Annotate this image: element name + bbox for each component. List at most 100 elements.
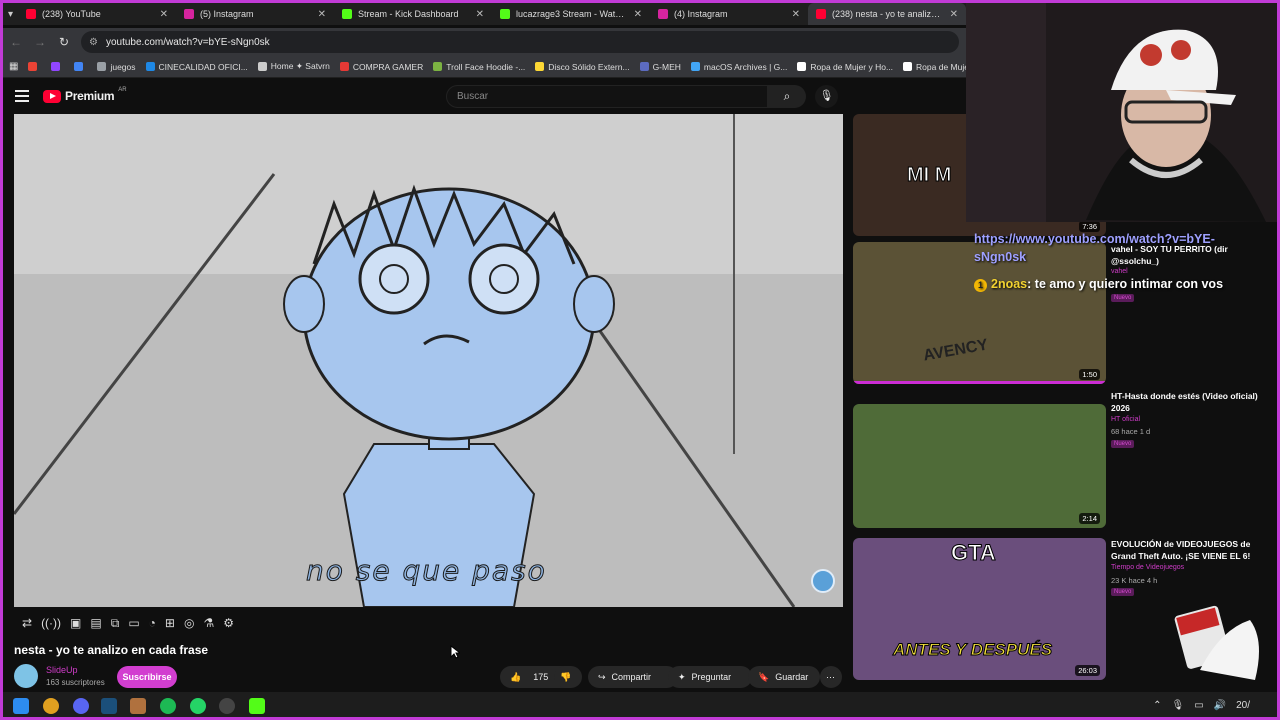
discord-icon[interactable] (73, 698, 89, 714)
bookmark-item[interactable]: Ropa de Mujer y H (903, 61, 966, 72)
thumbnail-text: MI M (906, 164, 952, 187)
mic-icon[interactable]: 🎙 (1171, 700, 1184, 711)
reload-icon[interactable]: ↻ (57, 35, 71, 49)
player-extension-toolbar: ⇄ ((·)) ▣ ▤ ⧉ ▭ ◔ ⊞ ◎ ⚗ ⚙ (14, 612, 282, 634)
game-icon[interactable] (130, 698, 146, 714)
new-badge: Nuevo (1111, 294, 1135, 302)
favicon-icon (184, 9, 194, 19)
bookmark-item[interactable]: Disco Sólido Extern... (535, 61, 630, 72)
chrome-icon[interactable] (43, 698, 59, 714)
recommendation-channel[interactable]: Tiempo de Videojuegos (1111, 564, 1184, 571)
close-icon[interactable]: ✕ (476, 9, 484, 20)
loop-icon[interactable]: ⇄ (22, 616, 32, 630)
back-icon[interactable]: ← (9, 35, 23, 49)
bookmark-favicon-icon (339, 62, 349, 71)
youtube-logo[interactable]: Premium AR (43, 87, 127, 103)
search-input[interactable]: Buscar (446, 85, 768, 108)
favicon-icon (658, 9, 668, 19)
new-badge: Nuevo (1111, 440, 1135, 448)
preview-icon[interactable]: ▣ (70, 616, 81, 630)
chat-text: : te amo y quiero intimar con vos (1027, 277, 1224, 291)
channel-watermark-icon[interactable] (811, 569, 835, 593)
share-button[interactable]: ↪ Compartir (588, 666, 678, 688)
tab-3[interactable]: lucazrage3 Stream - Watch Live ✕ (492, 3, 650, 25)
ask-button[interactable]: ✦ Preguntar (668, 666, 752, 688)
theater-icon[interactable]: ▭ (128, 616, 139, 630)
film-icon[interactable]: ▤ (90, 616, 101, 630)
search-icon[interactable]: ⌕ (768, 85, 806, 108)
bookmarks-bar: ▦ juegos CINECALIDAD OFICI... Home ✦ Satvr… (3, 56, 966, 78)
dislike-button[interactable]: 👎 (554, 666, 582, 688)
resize-icon[interactable]: ⧉ (111, 616, 120, 631)
spotify-icon[interactable] (160, 698, 176, 714)
tab-5[interactable]: (238) nesta - yo te analizo en c ✕ (808, 3, 966, 25)
recommendation-thumbnail[interactable]: GTA ANTES Y DESPUÉS 26:03 (853, 538, 1106, 680)
site-info-icon[interactable]: ⚙ (89, 37, 98, 48)
bookmark-item[interactable]: COMPRA GAMER (339, 61, 423, 72)
add-icon[interactable]: ⊞ (165, 616, 175, 630)
bookmark-label: CINECALIDAD OFICI... (158, 61, 248, 72)
watch-progress (853, 381, 1106, 384)
bookmark-favicon-icon (535, 62, 545, 71)
kick-icon[interactable] (249, 698, 265, 714)
network-icon[interactable]: ▭ (1194, 700, 1203, 711)
clock[interactable]: 20/ (1236, 700, 1250, 711)
broadcast-icon[interactable]: ((·)) (41, 616, 61, 630)
bookmark-favicon-icon (145, 62, 155, 71)
bookmark-item[interactable]: Home ✦ Satvrn (257, 61, 330, 72)
bookmark-item[interactable] (28, 61, 41, 72)
recommendation-title[interactable]: EVOLUCIÓN de VIDEOJUEGOS de Grand Theft … (1111, 538, 1261, 562)
steam-icon[interactable] (101, 698, 117, 714)
bookmark-item[interactable] (74, 61, 87, 72)
screenshot-icon[interactable]: ◎ (184, 616, 194, 630)
favicon-icon (500, 9, 510, 19)
video-frame (14, 114, 843, 607)
close-icon[interactable]: ✕ (160, 9, 168, 20)
subscribe-button[interactable]: Suscribirse (117, 666, 177, 688)
save-button[interactable]: 🔖 Guardar (748, 666, 820, 688)
speed-icon[interactable]: ◔ (149, 616, 156, 630)
bookmark-item[interactable]: Troll Face Hoodie -... (433, 61, 525, 72)
tab-2[interactable]: Stream - Kick Dashboard ✕ (334, 3, 492, 25)
bookmark-item[interactable]: juegos (97, 61, 136, 72)
bookmark-item[interactable] (51, 61, 64, 72)
bookmark-item[interactable]: G-MEH (639, 61, 681, 72)
share-label: Compartir (611, 672, 652, 682)
avatar[interactable] (14, 664, 38, 688)
chevron-up-icon[interactable]: ⌃ (1153, 700, 1161, 711)
tab-search-icon[interactable]: ▾ (3, 9, 18, 20)
bookmark-item[interactable]: macOS Archives | G... (690, 61, 787, 72)
bookmark-item[interactable]: CINECALIDAD OFICI... (145, 61, 248, 72)
more-actions-button[interactable]: ⋯ (820, 666, 842, 688)
address-bar[interactable]: ⚙ youtube.com/watch?v=bYE-sNgn0sk (81, 31, 959, 53)
close-icon[interactable]: ✕ (950, 9, 958, 20)
close-icon[interactable]: ✕ (634, 9, 642, 20)
recommendation-channel[interactable]: vahel (1111, 268, 1128, 275)
thumbnail-text: AVENCY (921, 336, 990, 365)
close-icon[interactable]: ✕ (318, 9, 326, 20)
ask-label: Preguntar (691, 672, 732, 682)
tab-0[interactable]: (238) YouTube ✕ (18, 3, 176, 25)
recommendation-thumbnail[interactable]: 2:14 (853, 404, 1106, 528)
apps-icon[interactable]: ▦ (9, 61, 18, 72)
flask-icon[interactable]: ⚗ (203, 616, 214, 630)
settings-icon[interactable]: ⚙ (223, 616, 234, 630)
obs-icon[interactable] (219, 698, 235, 714)
video-player[interactable]: no se que paso (14, 114, 843, 607)
channel-name[interactable]: SlideUp (46, 665, 78, 675)
menu-icon[interactable] (15, 90, 29, 105)
tab-4[interactable]: (4) Instagram ✕ (650, 3, 808, 25)
chat-message: 1 2noas: te amo y quiero intimar con vos (974, 277, 1223, 292)
recommendation-channel[interactable]: HT oficial (1111, 416, 1140, 423)
microphone-icon[interactable]: 🎙 (815, 85, 838, 108)
bookmark-label: Ropa de Mujer y H (916, 61, 966, 72)
close-icon[interactable]: ✕ (792, 9, 800, 20)
bookmark-icon: 🔖 (758, 671, 770, 682)
volume-icon[interactable]: 🔊 (1214, 700, 1226, 711)
whatsapp-icon[interactable] (190, 698, 206, 714)
windows-start-icon[interactable] (13, 698, 29, 714)
recommendation-title[interactable]: HT-Hasta donde estés (Video oficial) 202… (1111, 390, 1261, 414)
tab-1[interactable]: (5) Instagram ✕ (176, 3, 334, 25)
forward-icon[interactable]: → (33, 35, 47, 49)
bookmark-item[interactable]: Ropa de Mujer y Ho... (797, 61, 893, 72)
